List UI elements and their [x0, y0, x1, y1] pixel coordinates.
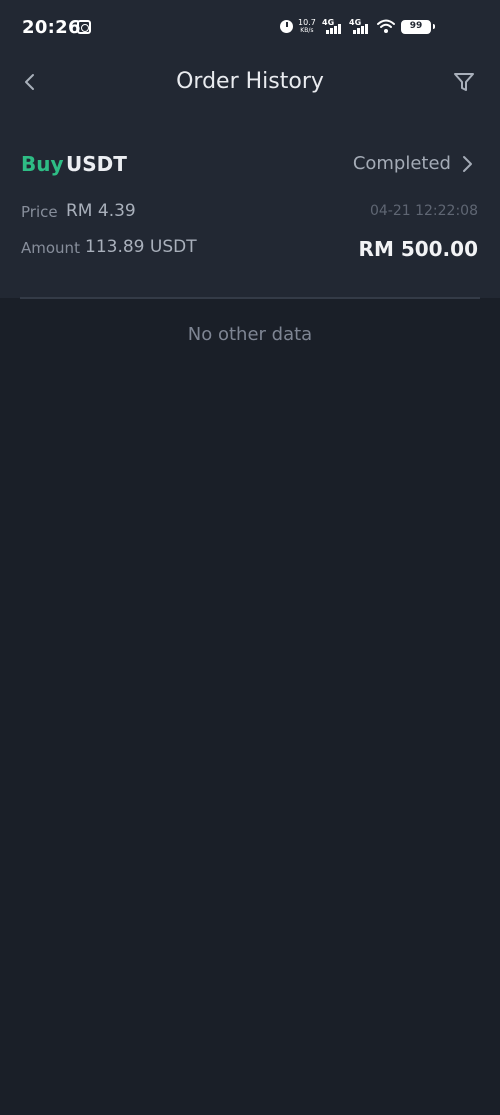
sim1-network-label: 4G [322, 18, 335, 27]
network-speed-value: 10.7 [298, 18, 316, 27]
network-speed-unit: KB/s [300, 27, 314, 34]
order-card[interactable]: Buy USDT Completed Price RM 4.39 04-21 1… [0, 138, 500, 298]
filter-button[interactable] [450, 68, 478, 96]
app-notification-icon [77, 20, 91, 34]
sim2-signal-icon: 4G [349, 18, 373, 36]
chevron-right-icon [463, 156, 472, 172]
alarm-icon [280, 20, 293, 33]
network-speed: 10.7 KB/s [298, 18, 316, 34]
divider [20, 297, 480, 299]
wifi-icon [377, 19, 395, 33]
page-title: Order History [176, 69, 324, 94]
amount-value: 113.89 USDT [85, 237, 197, 257]
sim2-network-label: 4G [349, 18, 362, 27]
order-timestamp: 04-21 12:22:08 [369, 203, 478, 219]
price-value: RM 4.39 [66, 201, 136, 221]
order-side: Buy [21, 152, 64, 176]
filter-icon [454, 73, 474, 91]
order-history-panel: Order History Buy USDT Completed Price R… [0, 56, 500, 298]
amount-label: Amount [21, 239, 80, 257]
order-status: Completed [352, 153, 451, 174]
empty-list-message: No other data [187, 324, 313, 345]
battery-icon: 99 [401, 20, 435, 34]
status-time: 20:26 [22, 17, 81, 38]
order-asset: USDT [66, 152, 127, 176]
order-total: RM 500.00 [358, 237, 478, 261]
status-bar: 20:26 10.7 KB/s 4G 4G 99 [0, 0, 500, 56]
sim1-signal-icon: 4G [322, 18, 346, 36]
battery-level: 99 [409, 21, 423, 31]
price-label: Price [21, 203, 58, 221]
